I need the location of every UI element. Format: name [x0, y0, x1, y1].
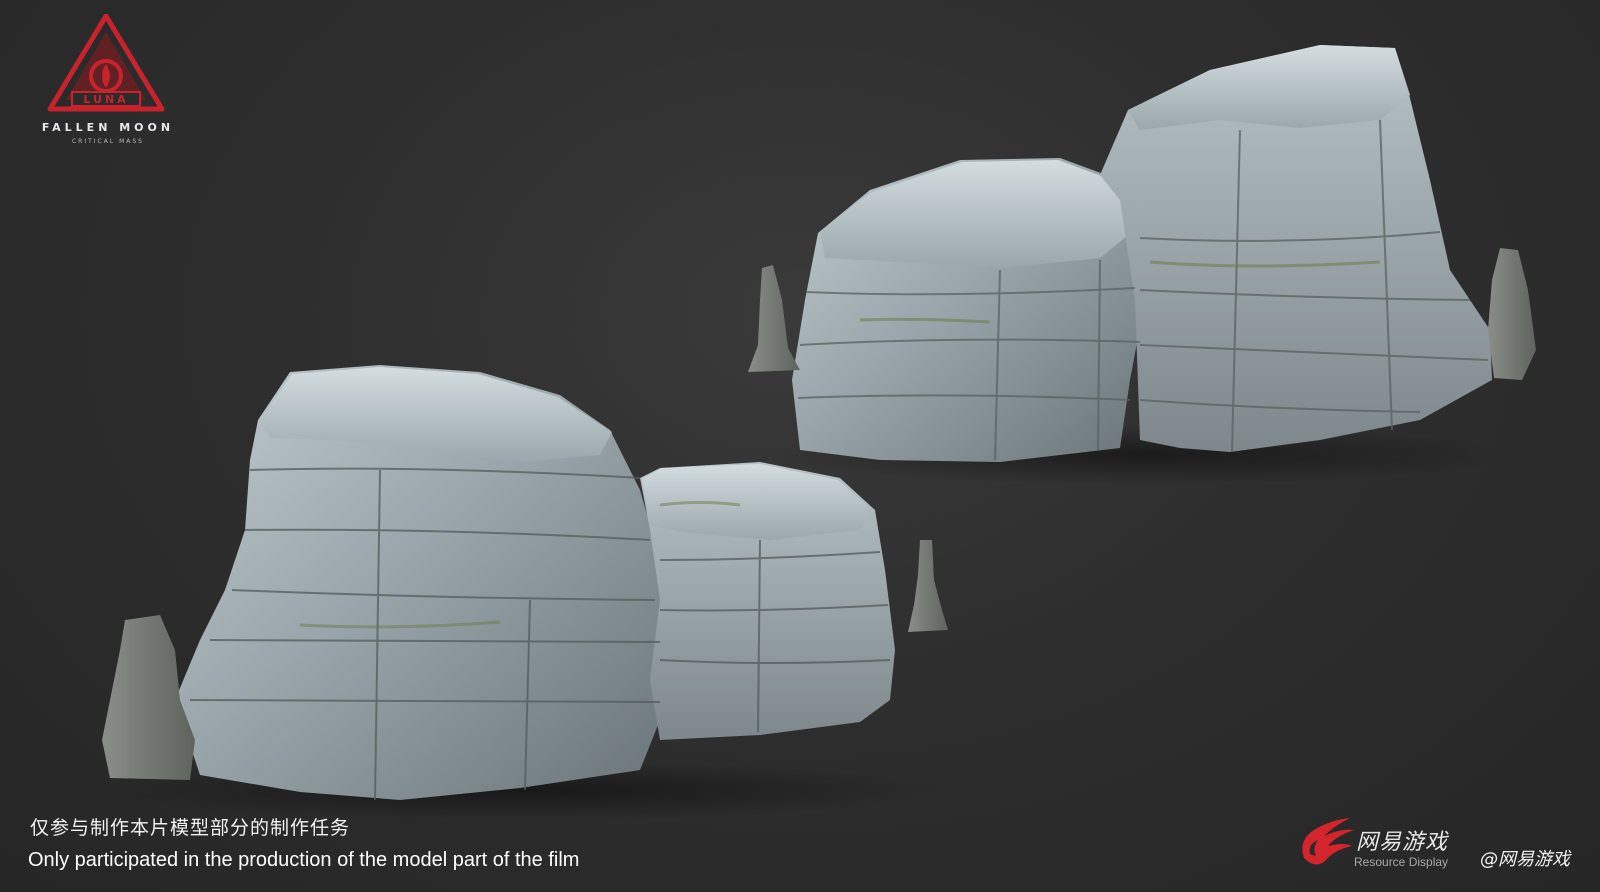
caption-english: Only participated in the production of t…	[28, 849, 580, 871]
netease-swirl-icon	[1302, 818, 1354, 865]
logo-title: FALLEN MOON	[41, 121, 175, 134]
publisher-name: 网易游戏	[1356, 830, 1449, 855]
luna-fallen-moon-logo: LUNA FALLEN MOON CRITICAL MASS	[18, 14, 198, 149]
netease-games-watermark: 网易游戏 Resource Display	[1296, 814, 1476, 874]
luna-brand-text: LUNA	[83, 93, 128, 106]
logo-subtitle: CRITICAL MASS	[71, 138, 144, 145]
rock-formations-render	[90, 45, 1536, 820]
publisher-subtitle: Resource Display	[1354, 855, 1449, 869]
render-canvas: LUNA FALLEN MOON CRITICAL MASS 仅参与制作本片模型…	[0, 0, 1600, 892]
rock-formation-right	[748, 45, 1536, 485]
publisher-handle: @网易游戏	[1480, 849, 1570, 870]
luna-emblem-icon: LUNA	[47, 14, 165, 112]
caption-chinese: 仅参与制作本片模型部分的制作任务	[30, 817, 351, 839]
